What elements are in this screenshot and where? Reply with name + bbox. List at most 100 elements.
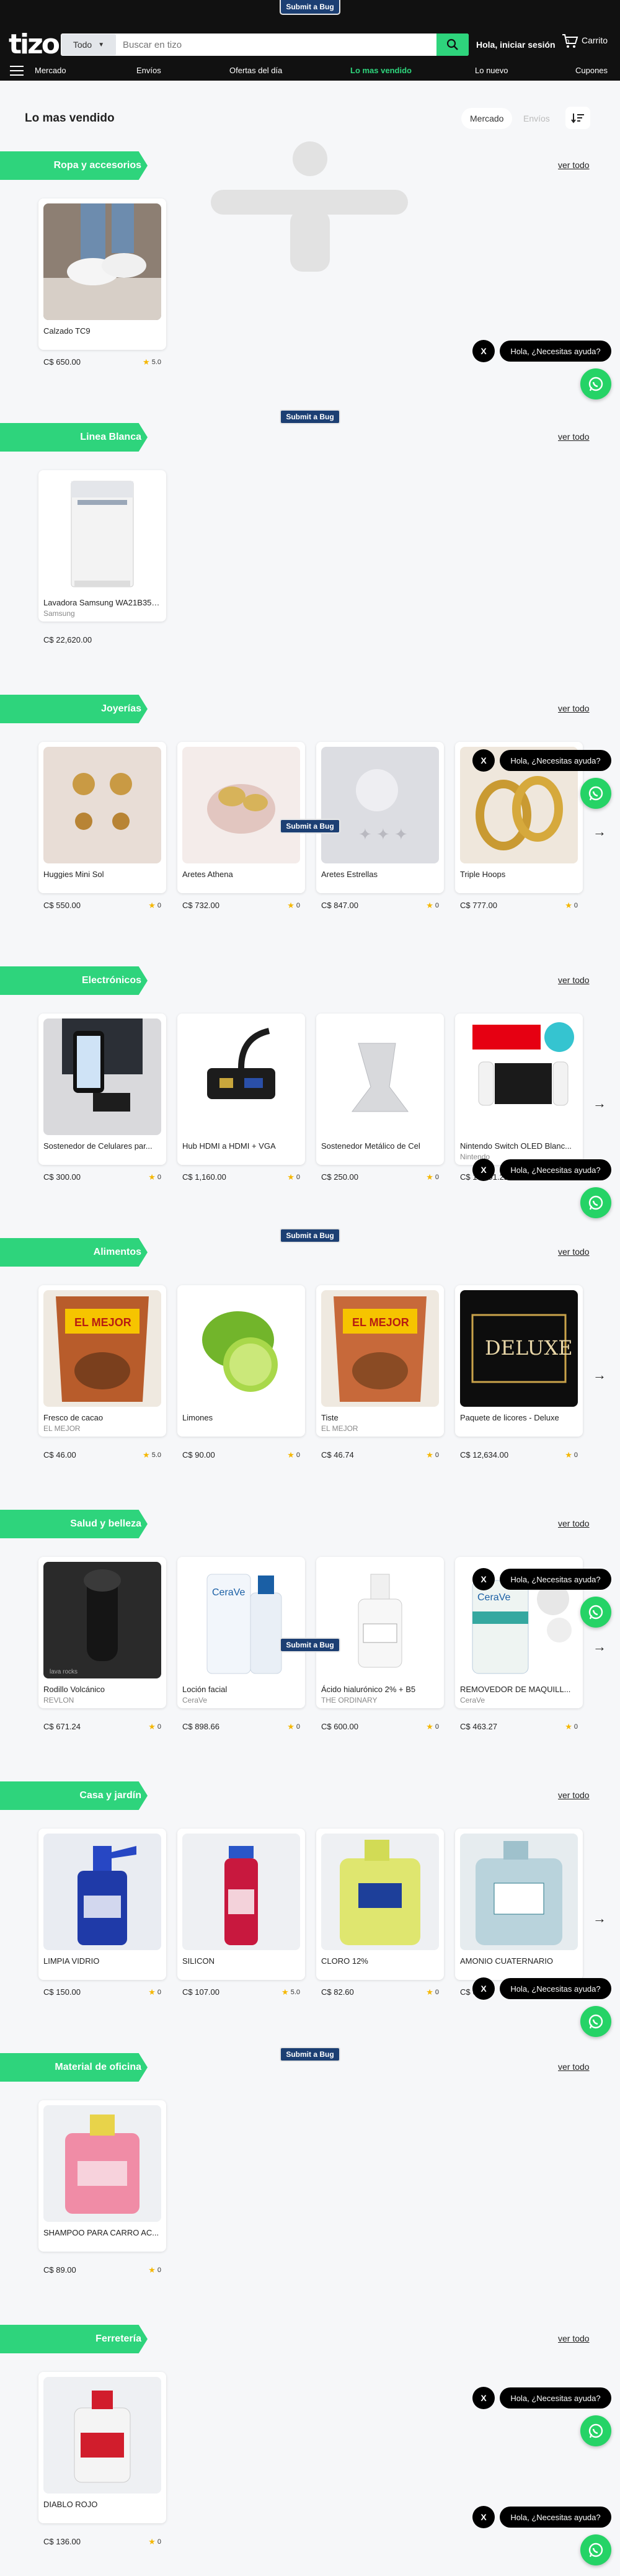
product-card[interactable]: EL MEJOR Fresco de cacao EL MEJOR C$ 46.…: [38, 1285, 166, 1460]
chat-help-bubble[interactable]: Hola, ¿Necesitas ayuda?: [500, 1569, 611, 1590]
chat-help-bubble[interactable]: Hola, ¿Necesitas ayuda?: [500, 1159, 611, 1180]
star-icon: ★: [426, 1172, 433, 1182]
whatsapp-button[interactable]: [580, 1597, 611, 1628]
product-card[interactable]: DELUXE Paquete de licores - Deluxe C$ 12…: [455, 1285, 583, 1460]
chevron-right-icon[interactable]: →: [593, 1367, 606, 1383]
chat-help-bubble[interactable]: Hola, ¿Necesitas ayuda?: [500, 341, 611, 362]
product-price: C$ 600.00: [321, 1722, 358, 1731]
sort-button[interactable]: [565, 107, 590, 129]
product-card[interactable]: ✦ ✦ ✦ Aretes Estrellas C$ 847.00 ★ 0: [316, 742, 444, 910]
whatsapp-button[interactable]: [580, 2415, 611, 2446]
product-card[interactable]: CLORO 12% C$ 82.60 ★ 0: [316, 1829, 444, 1997]
product-rating: ★ 5.0: [281, 1987, 300, 1997]
see-all-link[interactable]: ver todo: [558, 1247, 590, 1257]
product-rating: ★ 5.0: [143, 357, 161, 367]
see-all-link[interactable]: ver todo: [558, 975, 590, 985]
filter-mercado[interactable]: Mercado: [461, 108, 513, 129]
see-all-link[interactable]: ver todo: [558, 703, 590, 713]
submit-bug-floating[interactable]: Submit a Bug: [280, 1228, 340, 1243]
chat-help-bubble[interactable]: Hola, ¿Necesitas ayuda?: [500, 2507, 611, 2528]
chevron-down-icon: ▼: [98, 41, 105, 48]
see-all-link[interactable]: ver todo: [558, 1790, 590, 1800]
product-card[interactable]: SHAMPOO PARA CARRO AC... C$ 89.00 ★ 0: [38, 2100, 166, 2275]
chevron-right-icon[interactable]: →: [593, 1095, 606, 1112]
star-icon: ★: [426, 1722, 433, 1731]
product-name: Fresco de cacao: [43, 1413, 104, 1422]
chat-close-button[interactable]: X: [472, 1159, 495, 1181]
star-icon: ★: [148, 1722, 156, 1731]
product-price: C$ 650.00: [43, 357, 81, 367]
see-all-link[interactable]: ver todo: [558, 2062, 590, 2072]
chat-close-button[interactable]: X: [472, 1568, 495, 1590]
product-card[interactable]: Aretes Athena C$ 732.00 ★ 0: [177, 742, 305, 910]
submit-bug-button[interactable]: Submit a Bug: [280, 0, 340, 15]
login-link[interactable]: Hola, iniciar sesión: [476, 40, 556, 50]
chevron-right-icon[interactable]: →: [593, 1910, 606, 1927]
product-card[interactable]: Ácido hialurónico 2% + B5 THE ORDINARY C…: [316, 1557, 444, 1731]
product-card[interactable]: CeraVe Loción facial CeraVe C$ 898.66 ★ 0: [177, 1557, 305, 1731]
submit-bug-floating[interactable]: Submit a Bug: [280, 1638, 340, 1652]
chevron-right-icon[interactable]: →: [593, 1639, 606, 1655]
product-price: C$ 107.00: [182, 1987, 219, 1997]
whatsapp-button[interactable]: [580, 2534, 611, 2565]
menu-icon[interactable]: [10, 66, 24, 76]
product-card[interactable]: Sostenedor Metálico de Cel C$ 250.00 ★ 0: [316, 1014, 444, 1182]
logo-text: tizo: [9, 29, 60, 60]
see-all-link[interactable]: ver todo: [558, 1518, 590, 1528]
chat-help-bubble[interactable]: Hola, ¿Necesitas ayuda?: [500, 750, 611, 771]
submit-bug-floating[interactable]: Submit a Bug: [280, 819, 340, 834]
nav-ofertas[interactable]: Ofertas del día: [229, 66, 282, 75]
chevron-right-icon[interactable]: →: [593, 824, 606, 840]
nav-lo-mas-vendido[interactable]: Lo mas vendido: [350, 66, 412, 75]
svg-text:✦ ✦ ✦: ✦ ✦ ✦: [358, 825, 408, 844]
product-card[interactable]: DIABLO ROJO C$ 136.00 ★ 0: [38, 2372, 166, 2546]
product-card[interactable]: Huggies Mini Sol C$ 550.00 ★ 0: [38, 742, 166, 910]
nav-lo-nuevo[interactable]: Lo nuevo: [475, 66, 508, 75]
search-category-select[interactable]: Todo ▼: [61, 34, 116, 55]
search-button[interactable]: [436, 33, 469, 56]
submit-bug-floating[interactable]: Submit a Bug: [280, 409, 340, 424]
whatsapp-button[interactable]: [580, 1187, 611, 1218]
product-card[interactable]: lava rocks Rodillo Volcánico REVLON C$ 6…: [38, 1557, 166, 1731]
product-card[interactable]: Limones C$ 90.00 ★ 0: [177, 1285, 305, 1460]
chat-close-button[interactable]: X: [472, 1977, 495, 2000]
whatsapp-icon: [588, 2543, 603, 2557]
product-card[interactable]: SILICON C$ 107.00 ★ 5.0: [177, 1829, 305, 1997]
product-card[interactable]: LIMPIA VIDRIO C$ 150.00 ★ 0: [38, 1829, 166, 1997]
chat-close-button[interactable]: X: [472, 2387, 495, 2409]
product-card[interactable]: EL MEJOR Tiste EL MEJOR C$ 46.74 ★ 0: [316, 1285, 444, 1460]
product-price: C$ 847.00: [321, 901, 358, 910]
whatsapp-button[interactable]: [580, 778, 611, 809]
product-card[interactable]: Nintendo Switch OLED Blanc... Nintendo C…: [455, 1014, 583, 1182]
section-title: Joyerías: [0, 695, 148, 723]
product-card[interactable]: Lavadora Samsung WA21B355... Samsung C$ …: [38, 470, 166, 644]
see-all-link[interactable]: ver todo: [558, 2333, 590, 2343]
chat-close-button[interactable]: X: [472, 2506, 495, 2528]
product-card[interactable]: Hub HDMI a HDMI + VGA C$ 1,160.00 ★ 0: [177, 1014, 305, 1182]
cart-button[interactable]: 0 Carrito: [560, 31, 608, 50]
product-card[interactable]: Calzado TC9 C$ 650.00 ★ 5.0: [38, 198, 166, 367]
search-input[interactable]: [117, 34, 469, 55]
product-brand: EL MEJOR: [321, 1424, 358, 1433]
tizo-logo[interactable]: tizo: [9, 29, 60, 60]
svg-text:lava rocks: lava rocks: [50, 1669, 78, 1675]
chat-close-button[interactable]: X: [472, 340, 495, 362]
nav-cupones[interactable]: Cupones: [575, 66, 608, 75]
product-rating: ★0: [287, 1450, 300, 1460]
nav-mercado[interactable]: Mercado: [35, 66, 66, 75]
see-all-link[interactable]: ver todo: [558, 160, 590, 170]
chat-help-bubble[interactable]: Hola, ¿Necesitas ayuda?: [500, 1978, 611, 1999]
chat-close-button[interactable]: X: [472, 749, 495, 772]
nav-envios[interactable]: Envíos: [136, 66, 161, 75]
product-name: Sostenedor de Celulares par...: [43, 1141, 153, 1151]
product-card[interactable]: Sostenedor de Celulares par... C$ 300.00…: [38, 1014, 166, 1182]
whatsapp-button[interactable]: [580, 2006, 611, 2037]
product-card[interactable]: AMONIO CUATERNARIO C$ 60.00 ★0: [455, 1829, 583, 1997]
product-price: C$ 898.66: [182, 1722, 219, 1731]
whatsapp-button[interactable]: [580, 368, 611, 399]
see-all-link[interactable]: ver todo: [558, 432, 590, 442]
product-name: CLORO 12%: [321, 1956, 368, 1966]
submit-bug-floating[interactable]: Submit a Bug: [280, 2047, 340, 2062]
chat-help-bubble[interactable]: Hola, ¿Necesitas ayuda?: [500, 2387, 611, 2409]
filter-envios[interactable]: Envíos: [515, 108, 559, 129]
